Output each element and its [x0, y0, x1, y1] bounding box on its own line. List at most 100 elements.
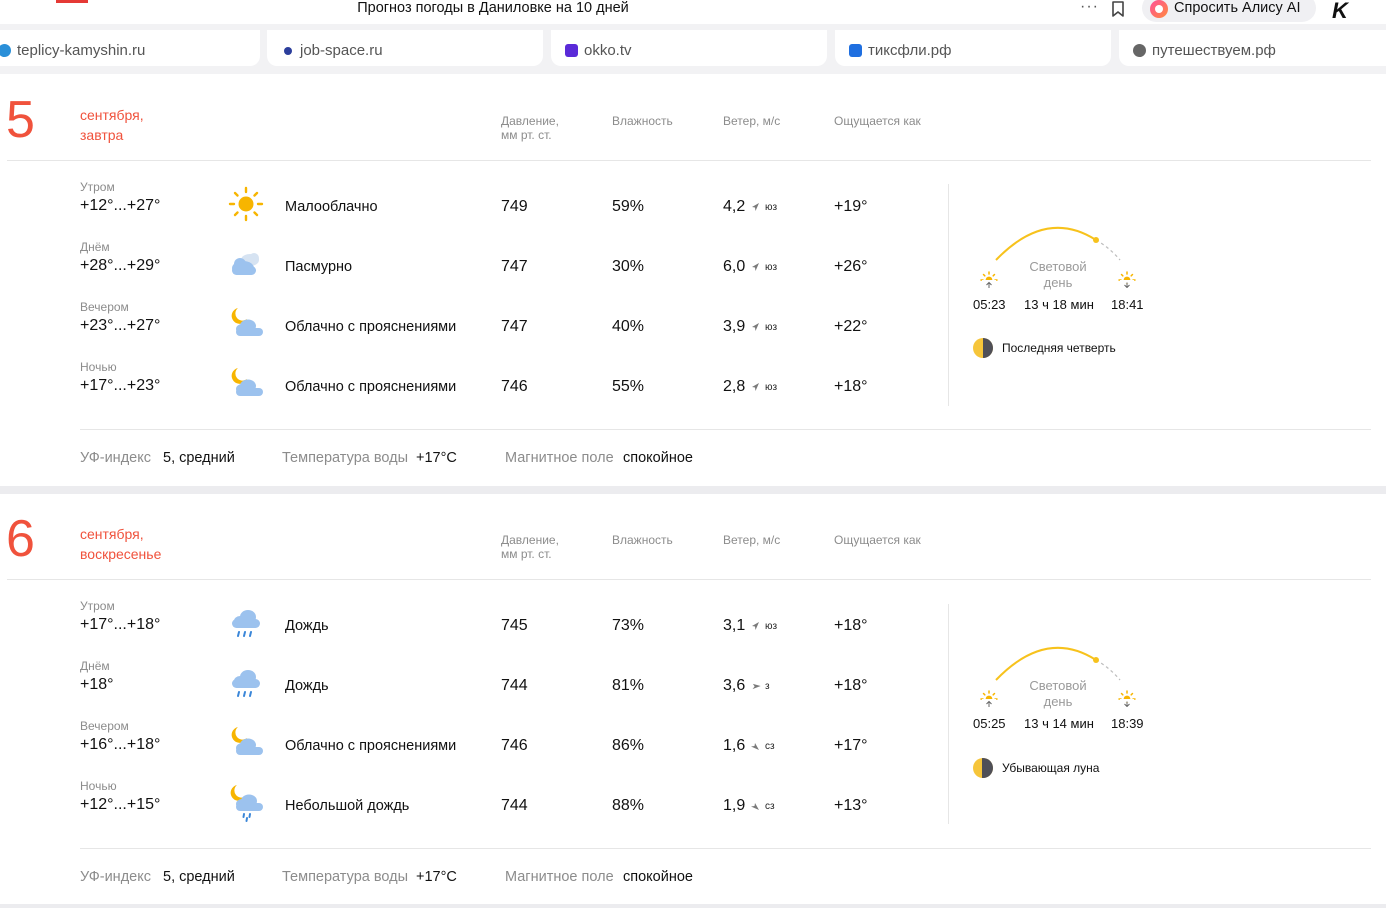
wind-direction-icon [752, 383, 759, 391]
moon-phase-label: Последняя четверть [1002, 341, 1116, 355]
column-header-pressure: Давление, мм рт. ст. [501, 114, 559, 142]
wind-direction: з [765, 681, 770, 692]
feels-like-value: +22° [834, 318, 868, 335]
wind-direction-icon [751, 803, 759, 810]
moon-phase-icon [973, 338, 993, 358]
daylight-label: Световой день [1029, 678, 1087, 709]
column-header-humidity: Влажность [612, 114, 673, 128]
forecast-row: Ночью +12°...+15° Небольшой дождь 744 88… [0, 779, 940, 839]
uv-index-label: УФ-индекс [80, 450, 151, 466]
more-options-icon[interactable]: ··· [1080, 0, 1099, 15]
forecast-row: Вечером +16°...+18° Облачно с прояснения… [0, 719, 940, 779]
day-weekday: воскресенье [80, 546, 162, 562]
humidity-value: 55% [612, 378, 645, 395]
ask-alice-label: Спросить Алису AI [1174, 0, 1301, 16]
sunset-icon [1117, 270, 1137, 288]
pressure-value: 747 [501, 318, 528, 335]
wind-direction: юз [765, 621, 778, 632]
quick-link-tiksfli[interactable]: тиксфли.рф [835, 30, 1111, 66]
sunset-time: 18:41 [1111, 297, 1144, 312]
condition-text: Малооблачно [285, 199, 378, 215]
magnetic-field-label: Магнитное поле [505, 450, 614, 466]
quick-link-label: тиксфли.рф [868, 42, 952, 59]
moon-phase-icon [973, 758, 993, 778]
partly-cloudy-night-icon [231, 727, 263, 755]
k-logo-icon[interactable]: K [1332, 0, 1348, 24]
temperature-range: +17°...+18° [80, 616, 161, 633]
job-space-favicon [284, 47, 292, 55]
bookmark-icon[interactable] [1111, 1, 1125, 22]
vertical-divider [948, 184, 949, 406]
humidity-value: 59% [612, 198, 645, 215]
wind-speed: 2,8 [723, 378, 746, 395]
divider [7, 579, 1371, 580]
day-month: сентября, [80, 526, 144, 542]
sunset-icon [1117, 689, 1137, 707]
daylight-duration: 13 ч 18 мин [1024, 297, 1094, 312]
rain-icon [231, 609, 261, 637]
condition-text: Облачно с прояснениями [285, 379, 457, 395]
magnetic-field-value: спокойное [623, 869, 693, 885]
period-label: Ночью [80, 779, 117, 793]
forecast-row: Ночью +17°...+23° Облачно с прояснениями… [0, 360, 940, 420]
quick-link-job-space[interactable]: job-space.ru [267, 30, 543, 66]
condition-text: Небольшой дождь [285, 798, 410, 814]
temperature-range: +16°...+18° [80, 736, 161, 753]
wind-direction-icon [751, 743, 759, 750]
pressure-value: 746 [501, 737, 528, 754]
feels-like-value: +17° [834, 737, 868, 754]
wind-direction-icon [752, 622, 759, 630]
quick-links-bar: teplicy-kamyshin.ru job-space.ru okko.tv… [0, 24, 1386, 74]
feels-like-value: +19° [834, 198, 868, 215]
wind-direction-icon [752, 263, 759, 271]
period-label: Днём [80, 240, 110, 254]
humidity-value: 30% [612, 258, 645, 275]
period-label: Вечером [80, 719, 129, 733]
pressure-value: 745 [501, 617, 528, 634]
period-label: Днём [80, 659, 110, 673]
quick-link-teplicy[interactable]: teplicy-kamyshin.ru [0, 30, 260, 66]
pressure-value: 747 [501, 258, 528, 275]
wind-speed: 3,9 [723, 318, 746, 335]
forecast-day-block: 5 сентября, завтра Давление, мм рт. ст. … [0, 74, 1386, 486]
quick-link-label: job-space.ru [300, 42, 383, 59]
water-temp-label: Температура воды [282, 869, 409, 885]
condition-text: Дождь [285, 618, 329, 634]
period-label: Вечером [80, 300, 129, 314]
uv-index-value: 5, средний [163, 869, 235, 885]
divider [80, 848, 1371, 849]
wind-speed: 1,6 [723, 737, 746, 754]
magnetic-field-label: Магнитное поле [505, 869, 614, 885]
quick-link-travel[interactable]: путешествуем.рф [1119, 30, 1386, 66]
wind-speed: 1,9 [723, 797, 746, 814]
light-rain-night-icon [229, 784, 264, 822]
divider [80, 429, 1371, 430]
forecast-row: Утром +17°...+18° Дождь 745 73% 3,1 юз +… [0, 599, 940, 659]
period-label: Утром [80, 180, 115, 194]
forecast-row: Утром +12°...+27° Малооблачно 749 59% 4,… [0, 180, 940, 240]
column-header-wind: Ветер, м/с [723, 114, 781, 128]
feels-like-value: +13° [834, 797, 868, 814]
temperature-range: +23°...+27° [80, 317, 161, 334]
sunrise-icon [979, 270, 999, 288]
quick-link-okko[interactable]: okko.tv [551, 30, 827, 66]
sunset-time: 18:39 [1111, 716, 1144, 731]
uv-index-value: 5, средний [163, 450, 235, 466]
column-header-pressure: Давление, мм рт. ст. [501, 533, 559, 561]
teplicy-favicon [0, 44, 11, 57]
pressure-value: 744 [501, 797, 528, 814]
daylight-duration: 13 ч 14 мин [1024, 716, 1094, 731]
ask-alice-button[interactable]: Спросить Алису AI [1142, 0, 1316, 22]
condition-text: Облачно с прояснениями [285, 738, 457, 754]
water-temp-label: Температура воды [282, 450, 409, 466]
humidity-value: 40% [612, 318, 645, 335]
period-label: Утром [80, 599, 115, 613]
day-separator [0, 486, 1386, 494]
forecast-row: Днём +18° Дождь 744 81% 3,6 з +18° [0, 659, 940, 719]
uv-index-label: УФ-индекс [80, 869, 151, 885]
temperature-range: +17°...+23° [80, 377, 161, 394]
column-header-feels-like: Ощущается как [834, 114, 921, 128]
wind-direction: юз [765, 382, 778, 393]
column-header-feels-like: Ощущается как [834, 533, 921, 547]
wind-direction: сз [765, 741, 775, 752]
